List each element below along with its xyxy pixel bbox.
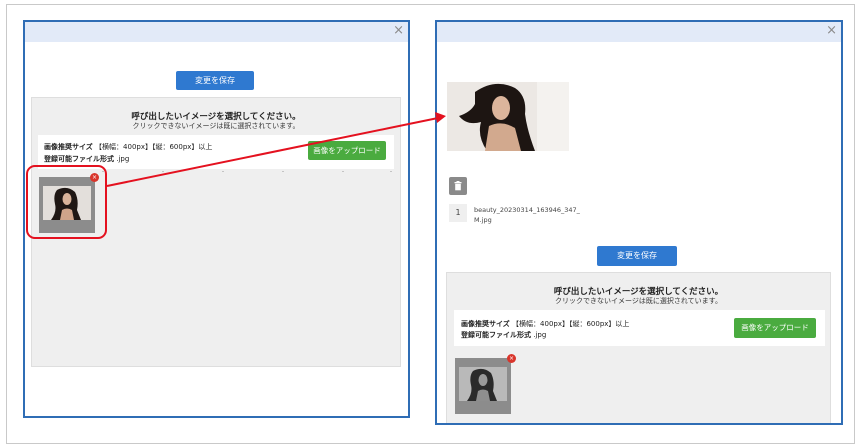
annotation-arrow	[106, 112, 446, 187]
